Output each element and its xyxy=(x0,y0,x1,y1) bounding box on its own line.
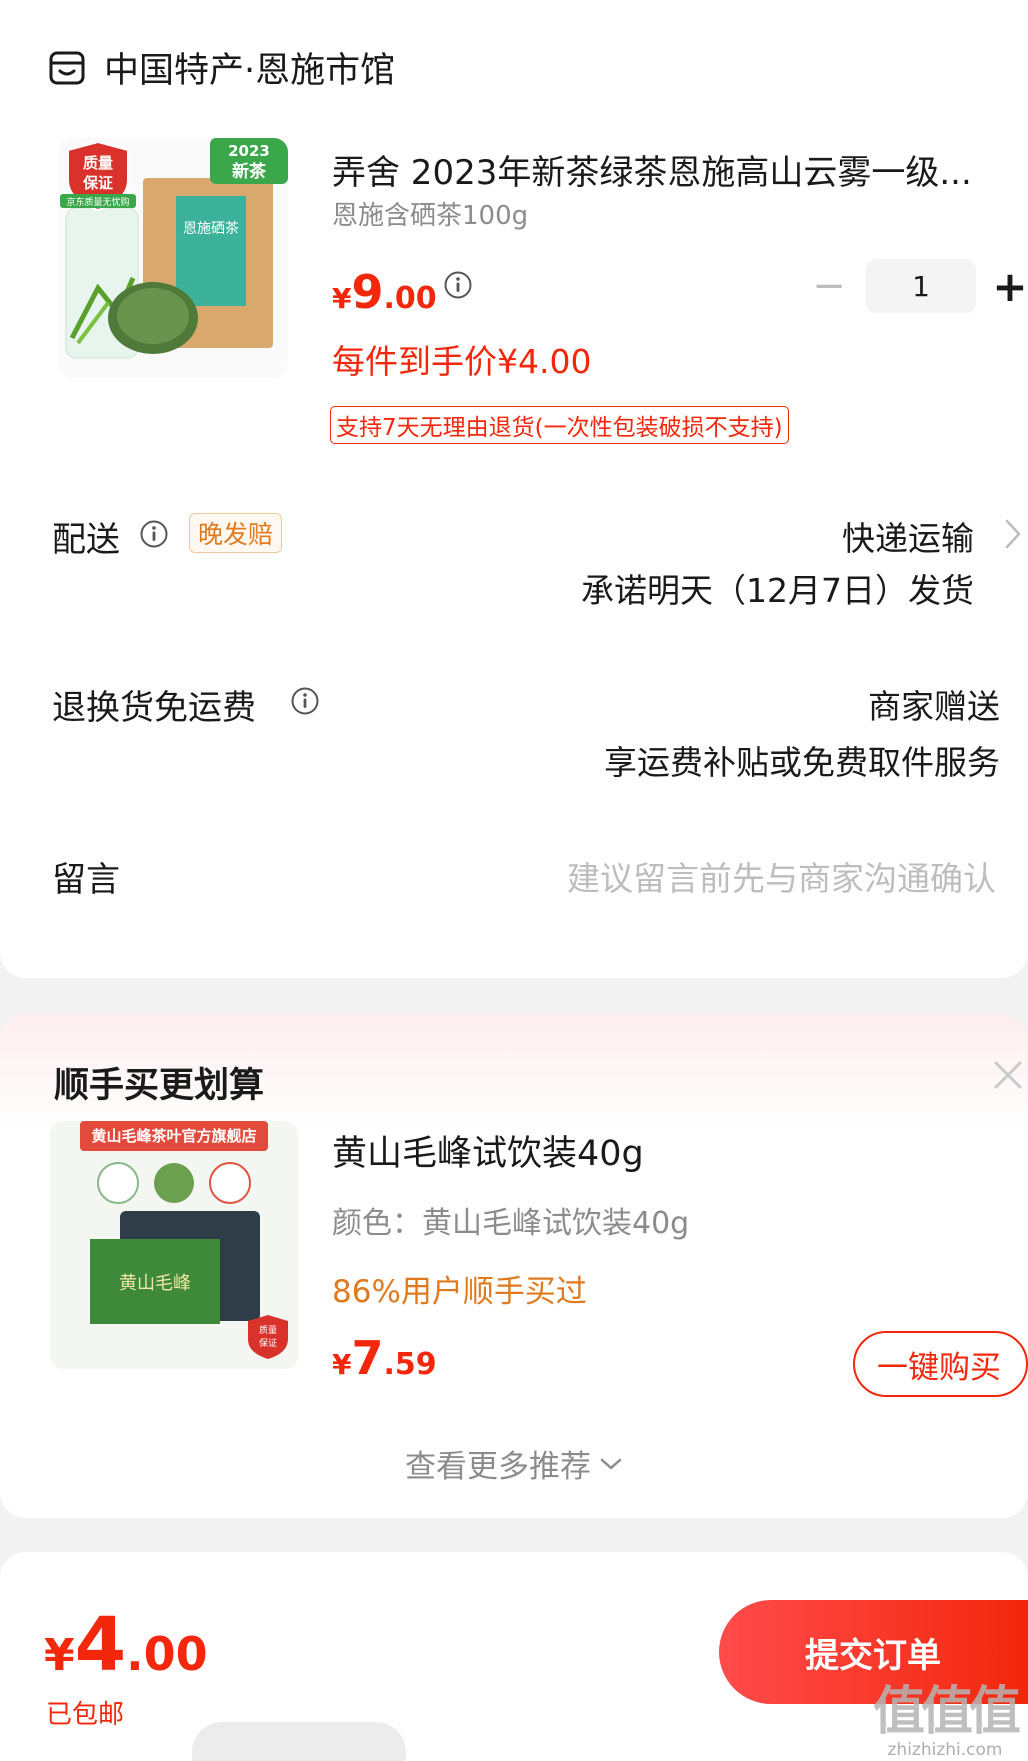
store-header[interactable]: 中国特产·恩施市馆 xyxy=(48,42,395,93)
more-recommendations-label: 查看更多推荐 xyxy=(405,1449,591,1485)
delivery-method[interactable]: 快递运输 xyxy=(842,512,974,560)
upsell-title: 顺手买更划算 xyxy=(54,1066,265,1106)
delivery-promise: 承诺明天（12月7日）发货 xyxy=(581,571,974,610)
more-recommendations-link[interactable]: 查看更多推荐 xyxy=(0,1441,1028,1486)
upsell-purchase-stat: 86%用户顺手买过 xyxy=(332,1274,587,1310)
quantity-stepper: − 1 + xyxy=(808,259,1028,313)
pack-label: 恩施硒茶 xyxy=(183,221,239,237)
chevron-right-icon[interactable] xyxy=(1003,517,1023,551)
message-label: 留言 xyxy=(52,860,120,900)
upsell-badge-line1: 质量 xyxy=(259,1324,277,1336)
product-spec[interactable]: 恩施含硒茶100g xyxy=(332,195,528,232)
price-integer: 9 xyxy=(351,265,384,319)
watermark-mark: 值值值 xyxy=(872,1682,1021,1742)
corner-year: 2023 xyxy=(228,142,270,160)
one-click-buy-button[interactable]: 一键购买 xyxy=(853,1331,1028,1397)
upsell-card: 顺手买更划算 黄山毛峰茶叶官方旗舰店 黄山毛峰 质量 保证 黄山毛峰试饮装40g… xyxy=(0,1013,1028,1518)
quantity-value[interactable]: 1 xyxy=(866,259,976,313)
store-name: 中国特产·恩施市馆 xyxy=(104,51,396,91)
net-price: 每件到手价¥4.00 xyxy=(332,342,592,381)
home-indicator xyxy=(192,1722,406,1761)
return-shipping-detail: 享运费补贴或免费取件服务 xyxy=(604,743,1000,782)
product-title[interactable]: 弄舍 2023年新茶绿茶恩施高山云雾一级... xyxy=(332,145,1012,194)
badge-line2: 保证 xyxy=(82,174,113,192)
upsell-price-decimal: .59 xyxy=(383,1347,437,1382)
badge-ribbon: 京东质量无忧购 xyxy=(66,196,129,208)
chevron-down-icon xyxy=(600,1458,622,1469)
upsell-price-integer: 7 xyxy=(351,1331,384,1385)
upsell-product-image[interactable]: 黄山毛峰茶叶官方旗舰店 黄山毛峰 质量 保证 xyxy=(50,1121,298,1369)
free-shipping-note: 已包邮 xyxy=(46,1700,125,1730)
price-info-icon[interactable] xyxy=(443,270,473,300)
upsell-store-banner: 黄山毛峰茶叶官方旗舰店 xyxy=(91,1127,256,1145)
store-icon xyxy=(49,51,85,84)
message-input[interactable]: 建议留言前先与商家沟通确认 xyxy=(567,852,996,900)
price-symbol: ¥ xyxy=(332,282,352,315)
return-shipping-value: 商家赠送 xyxy=(868,687,1000,726)
delivery-label: 配送 xyxy=(52,520,120,560)
upsell-box-label: 黄山毛峰 xyxy=(119,1273,191,1294)
watermark: 值值值 zhizhizhi.com xyxy=(870,1682,1021,1760)
total-price-symbol: ¥ xyxy=(44,1630,75,1681)
return-shipping-label: 退换货免运费 xyxy=(52,688,256,728)
upsell-product-spec: 颜色：黄山毛峰试饮装40g xyxy=(332,1206,690,1241)
delivery-info-icon[interactable] xyxy=(139,519,169,549)
product-image[interactable]: 恩施硒茶 2023 新茶 质量 保证 京东质量无忧购 xyxy=(58,138,288,378)
upsell-badge-line2: 保证 xyxy=(259,1337,277,1349)
return-shipping-info-icon[interactable] xyxy=(290,686,320,716)
return-policy-tag: 支持7天无理由退货(一次性包装破损不支持) xyxy=(330,406,789,444)
quantity-increase-button[interactable]: + xyxy=(984,262,1028,311)
upsell-price: ¥ 7 .59 xyxy=(332,1331,437,1385)
price-decimal: .00 xyxy=(383,281,437,316)
total-price: ¥ 4 .00 xyxy=(44,1602,208,1688)
checkout-bar: ¥ 4 .00 已包邮 提交订单 值值值 zhizhizhi.com xyxy=(0,1552,1028,1761)
close-icon[interactable] xyxy=(990,1057,1026,1093)
corner-label: 新茶 xyxy=(232,161,267,182)
product-price: ¥ 9 .00 xyxy=(332,265,437,319)
late-compensation-tag: 晚发赔 xyxy=(189,513,283,553)
quantity-decrease-button[interactable]: − xyxy=(808,263,850,309)
badge-line1: 质量 xyxy=(83,154,113,172)
upsell-price-symbol: ¥ xyxy=(332,1348,352,1381)
total-price-decimal: .00 xyxy=(126,1627,208,1681)
watermark-text: zhizhizhi.com xyxy=(887,1740,1003,1760)
upsell-product-name[interactable]: 黄山毛峰试饮装40g xyxy=(332,1125,644,1176)
total-price-integer: 4 xyxy=(74,1602,127,1688)
order-item-card: 中国特产·恩施市馆 恩施硒茶 2023 新茶 质量 保证 京东质量无忧购 弄舍 … xyxy=(0,0,1028,978)
